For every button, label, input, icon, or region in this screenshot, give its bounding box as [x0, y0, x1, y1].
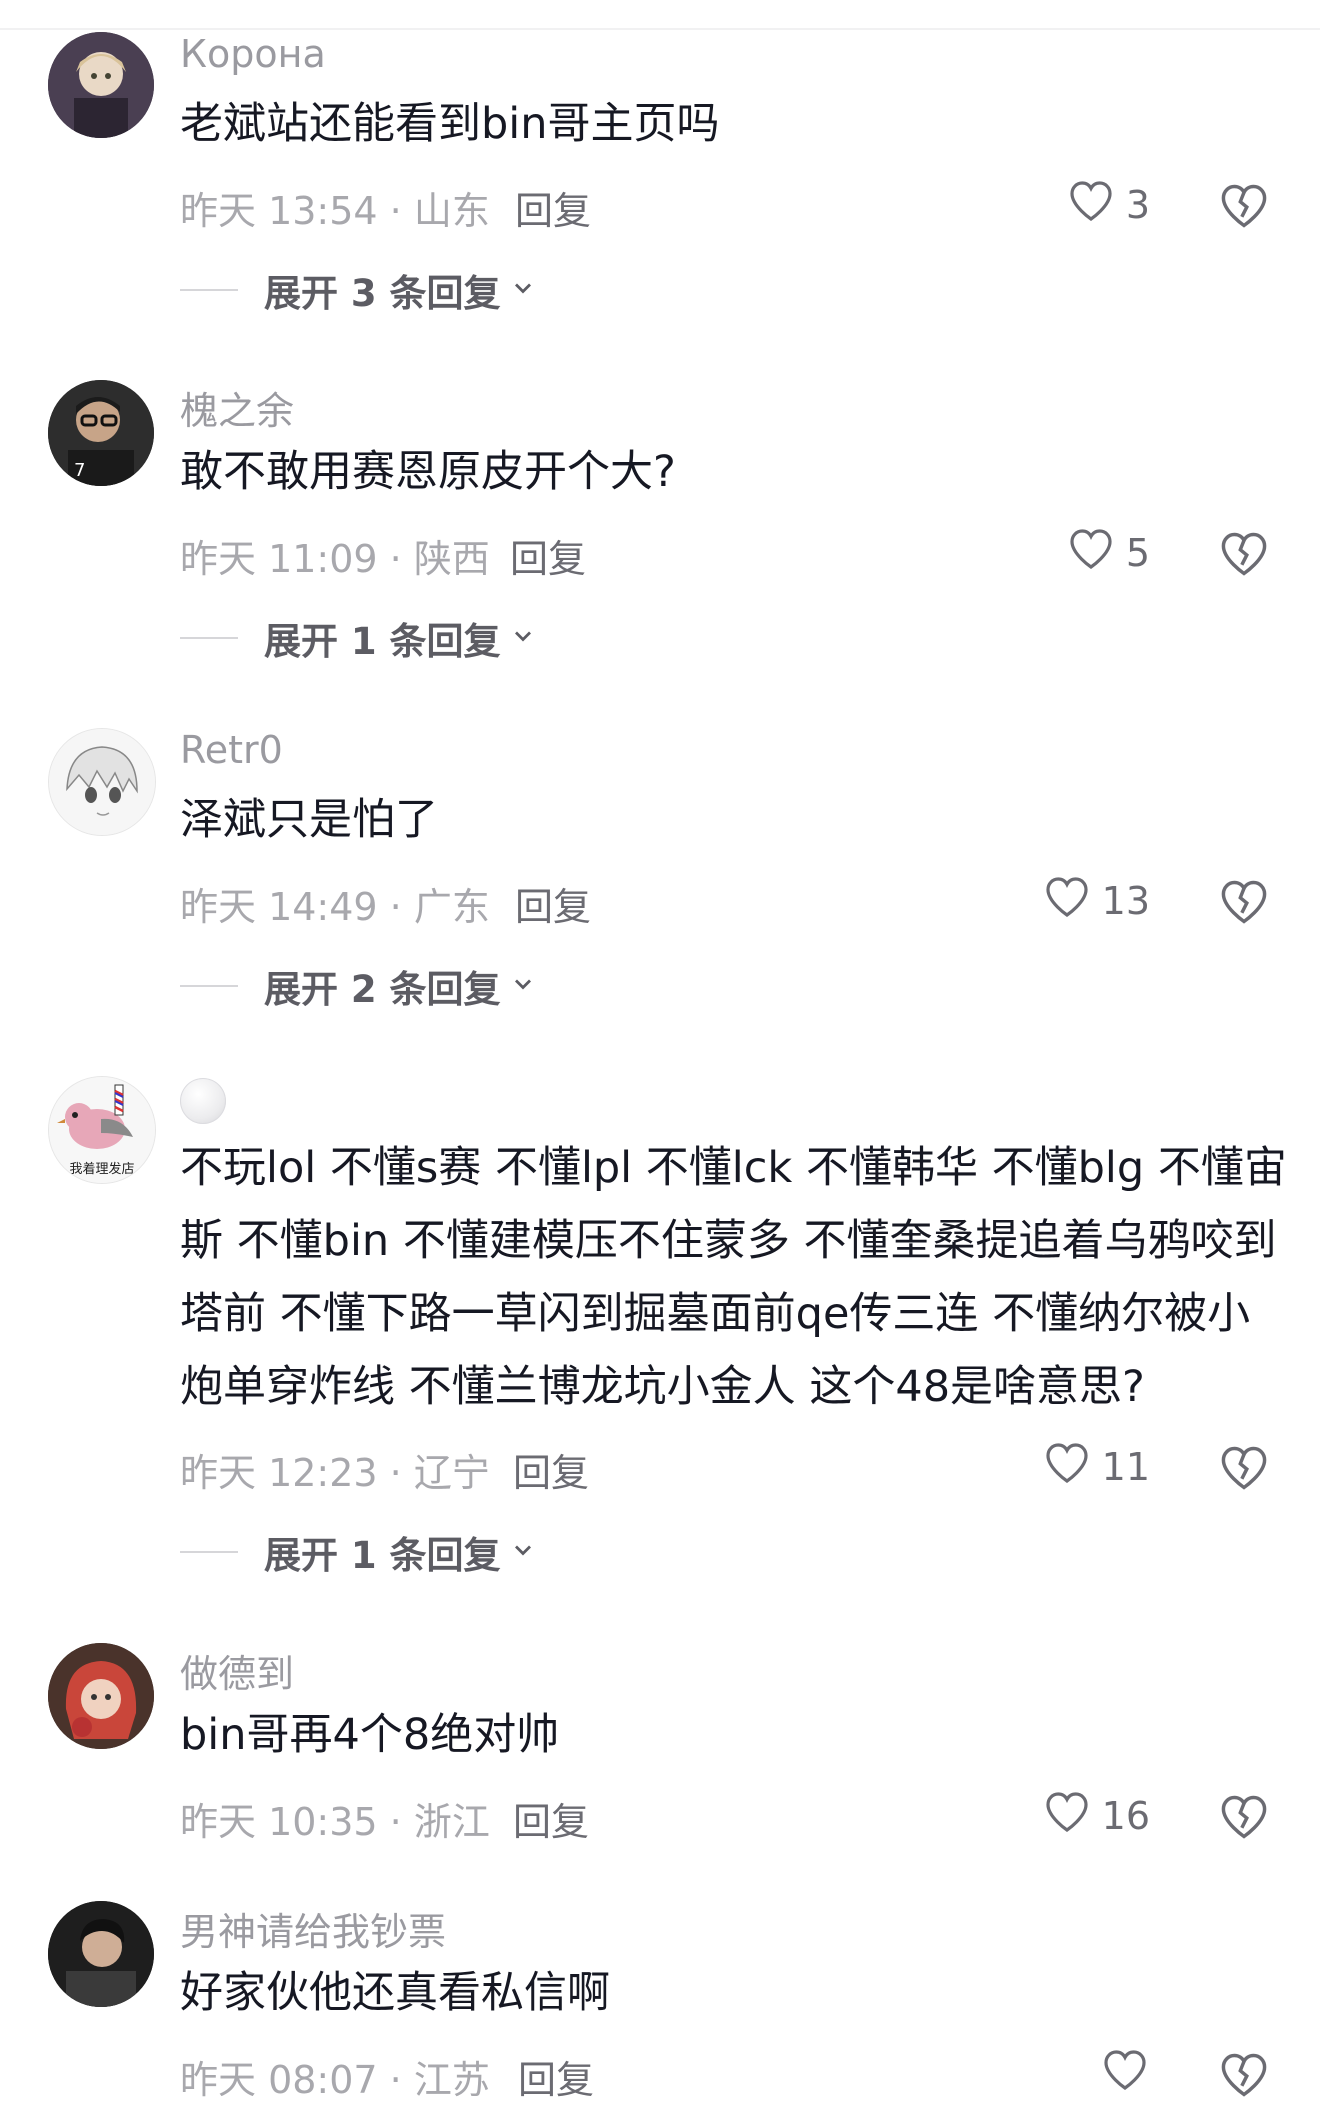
divider-dash [180, 985, 238, 987]
dislike-button[interactable] [1218, 1791, 1270, 1843]
broken-heart-icon [1218, 184, 1270, 236]
like-button[interactable] [1100, 2047, 1150, 2101]
username[interactable]: 男神请给我钞票 [180, 1901, 446, 1956]
expand-replies-button[interactable]: 展开 3 条回复 [180, 265, 537, 315]
dislike-button[interactable] [1218, 528, 1270, 580]
like-count: 13 [1101, 879, 1150, 923]
username[interactable]: Retr0 [180, 728, 283, 772]
chevron-down-icon [501, 274, 537, 306]
comment-meta: 昨天 14:49 · 广东 [180, 885, 490, 929]
heart-outline-icon [1100, 2046, 1150, 2103]
like-button[interactable]: 16 [1042, 1789, 1150, 1843]
like-count: 3 [1125, 183, 1150, 227]
dislike-button[interactable] [1218, 876, 1270, 928]
expand-label: 展开 1 条回复 [264, 1534, 501, 1577]
heart-outline-icon [1042, 1788, 1092, 1845]
comment-meta: 昨天 12:23 · 辽宁 [180, 1451, 490, 1495]
username[interactable]: Корона [180, 32, 326, 76]
broken-heart-icon [1218, 1795, 1270, 1847]
like-count: 11 [1101, 1445, 1150, 1489]
heart-outline-icon [1042, 1439, 1092, 1496]
heart-outline-icon [1066, 525, 1116, 582]
comment-text: 敢不敢用赛恩原皮开个大? [180, 447, 676, 497]
chevron-down-icon [501, 622, 537, 654]
avatar[interactable]: 7 [48, 380, 154, 486]
reply-button[interactable]: 回复 [518, 2049, 594, 2104]
broken-heart-icon [1218, 2053, 1270, 2105]
like-count: 16 [1101, 1794, 1150, 1838]
reply-button[interactable]: 回复 [515, 180, 591, 235]
expand-replies-button[interactable]: 展开 1 条回复 [180, 1527, 537, 1577]
reply-button[interactable]: 回复 [510, 528, 586, 583]
comment-meta: 昨天 11:09 · 陕西 [180, 537, 490, 581]
like-button[interactable]: 13 [1042, 874, 1150, 928]
broken-heart-icon [1218, 1446, 1270, 1498]
dislike-button[interactable] [1218, 2049, 1270, 2101]
comment-text: 泽斌只是怕了 [180, 795, 438, 845]
divider-dash [180, 289, 238, 291]
expand-replies-button[interactable]: 展开 2 条回复 [180, 961, 537, 1011]
like-button[interactable]: 3 [1066, 178, 1150, 232]
username[interactable]: 做德到 [180, 1643, 294, 1698]
divider-dash [180, 1551, 238, 1553]
reply-button[interactable]: 回复 [513, 1442, 589, 1497]
avatar[interactable] [48, 728, 156, 836]
comment-text: 好家伙他还真看私信啊 [180, 1968, 610, 2018]
dislike-button[interactable] [1218, 180, 1270, 232]
username[interactable] [180, 1078, 226, 1133]
avatar[interactable] [48, 1643, 154, 1749]
comment-meta: 昨天 08:07 · 江苏 [180, 2058, 490, 2102]
comment-text: 老斌站还能看到bin哥主页吗 [180, 99, 720, 149]
avatar[interactable]: 我着理发店 [48, 1076, 156, 1184]
like-button[interactable]: 11 [1042, 1440, 1150, 1494]
like-button[interactable]: 5 [1066, 526, 1150, 580]
like-count: 5 [1125, 531, 1150, 575]
expand-label: 展开 1 条回复 [264, 620, 501, 663]
circle-username-icon [180, 1078, 226, 1124]
svg-text:7: 7 [74, 460, 85, 481]
reply-button[interactable]: 回复 [515, 876, 591, 931]
avatar-caption: 我着理发店 [69, 1161, 134, 1177]
top-divider [0, 28, 1320, 30]
expand-label: 展开 2 条回复 [264, 968, 501, 1011]
heart-outline-icon [1066, 177, 1116, 234]
chevron-down-icon [501, 970, 537, 1002]
expand-replies-button[interactable]: 展开 1 条回复 [180, 613, 537, 663]
divider-dash [180, 637, 238, 639]
comment-meta: 昨天 13:54 · 山东 [180, 189, 490, 233]
broken-heart-icon [1218, 532, 1270, 584]
reply-button[interactable]: 回复 [513, 1791, 589, 1846]
expand-label: 展开 3 条回复 [264, 272, 501, 315]
comment-text: 不玩lol 不懂s赛 不懂lpl 不懂lck 不懂韩华 不懂blg 不懂宙斯 不… [180, 1143, 1287, 1412]
heart-outline-icon [1042, 873, 1092, 930]
comment-meta: 昨天 10:35 · 浙江 [180, 1800, 490, 1844]
chevron-down-icon [501, 1536, 537, 1568]
username[interactable]: 槐之余 [180, 380, 294, 435]
dislike-button[interactable] [1218, 1442, 1270, 1494]
avatar[interactable] [48, 1901, 154, 2007]
broken-heart-icon [1218, 880, 1270, 932]
avatar[interactable] [48, 32, 154, 138]
comment-text: bin哥再4个8绝对帅 [180, 1710, 560, 1760]
